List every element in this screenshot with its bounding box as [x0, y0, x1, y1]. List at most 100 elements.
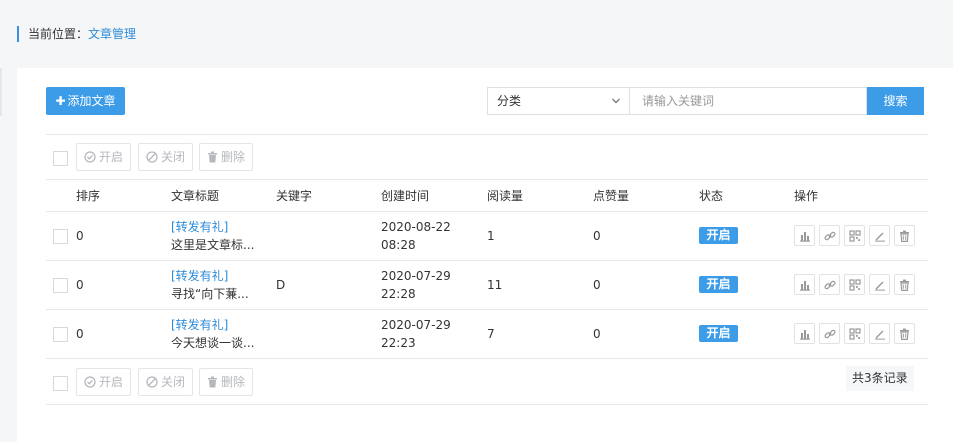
qrcode-icon [848, 229, 861, 242]
row-tag[interactable]: [转发有礼] [171, 267, 228, 285]
select-all-checkbox[interactable] [53, 376, 68, 391]
qrcode-button[interactable] [844, 274, 865, 295]
bulk-enable-label: 开启 [99, 375, 124, 389]
bulk-disable-label: 关闭 [161, 375, 186, 389]
edit-icon [874, 232, 885, 242]
row-title[interactable]: 今天想谈一谈... [171, 334, 254, 352]
plus-icon: ✚ [55, 94, 66, 108]
row-reads: 1 [487, 229, 495, 243]
bulk-delete-button[interactable]: 删除 [199, 143, 254, 171]
row-checkbox[interactable] [53, 327, 68, 342]
row-date: 2020-07-29 [381, 318, 451, 332]
bulk-enable-label: 开启 [99, 150, 124, 164]
trash-icon [900, 279, 909, 291]
row-checkbox[interactable] [53, 278, 68, 293]
column-header-actions: 操作 [794, 189, 819, 203]
divider [46, 404, 928, 405]
trash-icon [900, 328, 909, 340]
delete-button[interactable] [894, 225, 915, 246]
column-header-status: 状态 [699, 189, 724, 203]
row-likes: 0 [593, 229, 601, 243]
record-count: 共3条记录 [846, 366, 914, 391]
search-button[interactable]: 搜索 [867, 87, 924, 115]
search-input[interactable] [629, 87, 867, 115]
add-article-button[interactable]: ✚ 添加文章 [46, 87, 125, 115]
row-reads: 7 [487, 327, 495, 341]
trash-icon [208, 376, 217, 388]
category-select-value: 分类 [497, 94, 522, 108]
stats-button[interactable] [794, 274, 815, 295]
link-icon [823, 329, 836, 338]
ban-icon [146, 151, 158, 163]
column-header-reads: 阅读量 [487, 189, 524, 203]
column-header-created: 创建时间 [381, 189, 430, 203]
row-keyword: D [276, 278, 286, 292]
stats-button[interactable] [794, 323, 815, 344]
status-badge[interactable]: 开启 [699, 276, 738, 293]
ban-icon [146, 376, 158, 388]
bulk-disable-button[interactable]: 关闭 [138, 368, 194, 396]
column-header-likes: 点赞量 [593, 189, 630, 203]
qrcode-icon [848, 278, 861, 291]
row-tag[interactable]: [转发有礼] [171, 218, 228, 236]
copy-link-button[interactable] [819, 225, 840, 246]
status-badge[interactable]: 开启 [699, 227, 738, 244]
chevron-down-icon [612, 98, 620, 104]
bulk-delete-button[interactable]: 删除 [199, 368, 254, 396]
sidebar-edge [0, 68, 2, 116]
copy-link-button[interactable] [819, 274, 840, 295]
bulk-disable-label: 关闭 [161, 150, 186, 164]
divider [46, 134, 928, 135]
delete-button[interactable] [894, 323, 915, 344]
row-title[interactable]: 寻找“向下蒹... [171, 285, 249, 303]
edit-button[interactable] [869, 225, 890, 246]
row-likes: 0 [593, 327, 601, 341]
add-article-label: 添加文章 [67, 94, 116, 108]
link-icon [823, 231, 836, 240]
edit-icon [874, 281, 885, 291]
qrcode-button[interactable] [844, 225, 865, 246]
edit-icon [874, 330, 885, 340]
breadcrumb: 当前位置：文章管理 [17, 26, 136, 42]
row-tag[interactable]: [转发有礼] [171, 316, 228, 334]
divider [46, 179, 928, 180]
row-title[interactable]: 这里是文章标... [171, 236, 254, 254]
status-badge[interactable]: 开启 [699, 325, 738, 342]
row-date: 2020-07-29 [381, 269, 451, 283]
bar-chart-icon [799, 280, 810, 291]
qrcode-icon [848, 327, 861, 340]
bar-chart-icon [799, 329, 810, 340]
row-checkbox[interactable] [53, 229, 68, 244]
edit-button[interactable] [869, 274, 890, 295]
row-order: 0 [76, 229, 84, 243]
bar-chart-icon [799, 231, 810, 242]
bulk-delete-label: 删除 [221, 150, 246, 164]
column-header-keyword: 关键字 [276, 189, 313, 203]
divider [46, 309, 928, 310]
row-time: 22:23 [381, 336, 416, 350]
row-date: 2020-08-22 [381, 220, 451, 234]
row-reads: 11 [487, 278, 503, 292]
check-circle-icon [84, 151, 96, 163]
copy-link-button[interactable] [819, 323, 840, 344]
bulk-delete-label: 删除 [221, 375, 246, 389]
delete-button[interactable] [894, 274, 915, 295]
check-circle-icon [84, 376, 96, 388]
divider [46, 260, 928, 261]
breadcrumb-prefix: 当前位置： [28, 27, 89, 41]
category-select[interactable]: 分类 [487, 87, 630, 115]
stats-button[interactable] [794, 225, 815, 246]
trash-icon [900, 230, 909, 242]
qrcode-button[interactable] [844, 323, 865, 344]
select-all-checkbox[interactable] [53, 151, 68, 166]
content-panel: ✚添加文章 分类 搜索 开启 关闭 删除 排序 文章标题 关键字 创建时间 阅读… [17, 68, 953, 442]
bulk-enable-button[interactable]: 开启 [76, 368, 132, 396]
bulk-disable-button[interactable]: 关闭 [138, 143, 194, 171]
column-header-order: 排序 [76, 189, 101, 203]
bulk-enable-button[interactable]: 开启 [76, 143, 132, 171]
breadcrumb-current[interactable]: 文章管理 [88, 27, 136, 41]
row-time: 22:28 [381, 287, 416, 301]
divider [46, 211, 928, 212]
edit-button[interactable] [869, 323, 890, 344]
link-icon [823, 280, 836, 289]
